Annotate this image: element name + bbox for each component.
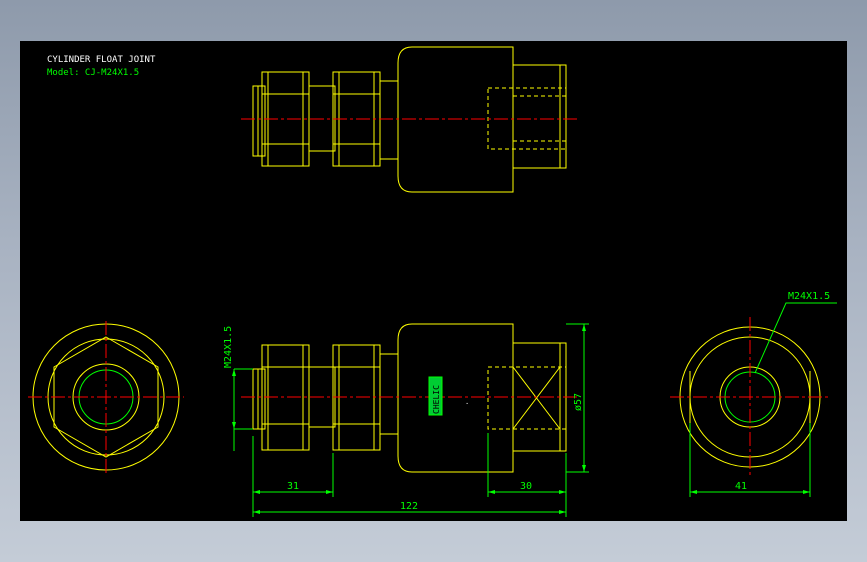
front-neck bbox=[379, 353, 399, 435]
chelic-logo: CHELIC bbox=[428, 376, 443, 416]
dim-end-width: 41 bbox=[735, 481, 747, 492]
dim-nut-width: 31 bbox=[287, 481, 299, 492]
top-stud-tip bbox=[252, 85, 266, 157]
front-view bbox=[252, 323, 567, 473]
front-hidden-bore bbox=[487, 366, 567, 430]
svg-text:CHELIC: CHELIC bbox=[432, 385, 441, 414]
body-mark: · bbox=[465, 400, 469, 408]
dim-body-diameter: ø57 bbox=[573, 393, 584, 411]
front-stud-tip bbox=[252, 368, 266, 430]
dim-thread-depth: 30 bbox=[520, 481, 532, 492]
thread-leader bbox=[754, 302, 837, 374]
top-neck bbox=[379, 80, 399, 160]
front-body bbox=[397, 323, 514, 473]
front-flat-cross bbox=[512, 366, 561, 430]
thread-callout-label: M24X1.5 bbox=[788, 291, 830, 302]
dim-thread-left: M24X1.5 bbox=[223, 326, 234, 368]
cad-drawing: CYLINDER FLOAT JOINT Model: CJ-M24X1.5 C… bbox=[28, 46, 837, 517]
top-sleeve bbox=[512, 64, 567, 169]
drawing-title: CYLINDER FLOAT JOINT bbox=[47, 55, 156, 65]
dim-overall-length: 122 bbox=[400, 501, 418, 512]
drawing-canvas: CYLINDER FLOAT JOINT Model: CJ-M24X1.5 C… bbox=[20, 41, 847, 521]
right-end-view: M24X1.5 bbox=[670, 291, 837, 477]
drawing-model: Model: CJ-M24X1.5 bbox=[47, 68, 139, 78]
left-end-view bbox=[28, 321, 184, 473]
